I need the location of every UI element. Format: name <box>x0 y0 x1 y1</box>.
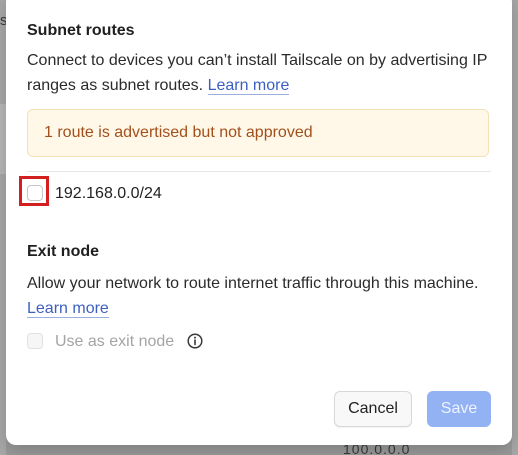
route-checkbox[interactable] <box>27 185 43 201</box>
backdrop-right <box>512 0 518 455</box>
route-label[interactable]: 192.168.0.0/24 <box>55 185 162 203</box>
divider <box>27 171 491 172</box>
subnet-learn-more-link[interactable]: Learn more <box>207 77 290 95</box>
subnet-routes-heading: Subnet routes <box>27 22 135 39</box>
exit-node-description-text: Allow your network to route internet tra… <box>27 275 479 292</box>
exit-node-checkbox[interactable] <box>27 333 43 349</box>
exit-node-checkbox-label: Use as exit node <box>55 333 175 350</box>
subnet-routes-description: Connect to devices you can’t install Tai… <box>27 48 499 98</box>
cancel-button[interactable]: Cancel <box>334 391 412 427</box>
info-icon[interactable] <box>186 332 204 350</box>
exit-node-description: Allow your network to route internet tra… <box>27 271 499 321</box>
exit-node-learn-more-link[interactable]: Learn more <box>27 300 109 318</box>
edit-route-settings-dialog: Subnet routes Connect to devices you can… <box>6 0 512 445</box>
save-button[interactable]: Save <box>427 391 491 427</box>
exit-node-heading: Exit node <box>27 243 100 260</box>
unapproved-route-warning: 1 route is advertised but not approved <box>27 109 489 157</box>
warning-text: 1 route is advertised but not approved <box>44 124 313 141</box>
